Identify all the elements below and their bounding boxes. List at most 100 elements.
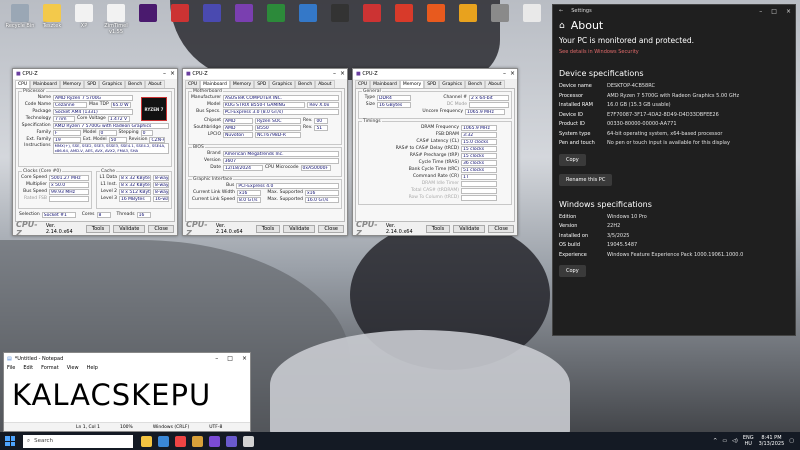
tab-cpu[interactable]: CPU	[355, 80, 371, 88]
title-bar[interactable]: ■ CPU-Z – ×	[183, 69, 347, 79]
windows-security-link[interactable]: See details in Windows Security	[553, 45, 795, 59]
network-icon[interactable]: ▭	[722, 438, 727, 444]
desktop-icon[interactable]	[194, 4, 230, 23]
close-button[interactable]: Close	[148, 225, 174, 233]
close-icon[interactable]: ×	[170, 70, 175, 77]
selection-dropdown[interactable]: Socket #1	[41, 211, 76, 218]
copy-windows-button[interactable]: Copy	[559, 265, 586, 277]
desktop-icon[interactable]: Tesztek	[34, 4, 70, 29]
clock[interactable]: 8:41 PM 3/13/2025	[759, 435, 785, 447]
tab-cpu[interactable]: CPU	[15, 80, 31, 88]
search-box[interactable]: ⌕ Search	[23, 434, 133, 448]
cpuz-window-memory[interactable]: ■ CPU-Z – × CPU Mainboard Memory SPD Graphics B…	[352, 68, 518, 238]
tools-button[interactable]: Tools	[255, 225, 281, 233]
taskbar-app-icon[interactable]	[158, 435, 169, 447]
menu-item-help[interactable]: Help	[87, 365, 98, 371]
tab-mainboard[interactable]: Mainboard	[200, 80, 230, 88]
volume-icon[interactable]: ◁)	[732, 438, 738, 444]
tab-memory[interactable]: Memory	[229, 80, 255, 88]
tools-button[interactable]: Tools	[85, 225, 111, 233]
taskbar-app-icon[interactable]	[175, 435, 186, 447]
desktop-icon[interactable]	[354, 4, 390, 23]
tab-mainboard[interactable]: Mainboard	[30, 80, 60, 88]
notification-icon[interactable]: ▢	[789, 438, 794, 444]
close-icon[interactable]: ×	[786, 8, 791, 15]
close-button[interactable]: Close	[488, 225, 514, 233]
tab-about[interactable]: About	[145, 80, 165, 88]
desktop-icon[interactable]	[418, 4, 454, 23]
tab-about[interactable]: About	[485, 80, 505, 88]
menu-item-file[interactable]: File	[7, 365, 15, 371]
language-indicator[interactable]: ENG HU	[743, 435, 754, 447]
taskbar-app-icon[interactable]	[192, 435, 203, 447]
desktop-icon[interactable]	[258, 4, 294, 23]
desktop-icon[interactable]: Recycle Bin	[2, 4, 38, 29]
tab-spd[interactable]: SPD	[424, 80, 440, 88]
settings-window[interactable]: ← Settings – □ × ⌂ About Your PC is monitored…	[552, 4, 796, 336]
taskbar-app-icon[interactable]	[209, 435, 220, 447]
validate-button[interactable]: Validate	[453, 225, 486, 233]
title-bar[interactable]: ■ CPU-Z – ×	[353, 69, 517, 79]
close-icon[interactable]: ×	[510, 70, 515, 77]
notepad-window[interactable]: ▤ *Untitled - Notepad – □ × File Edit Format Vi…	[3, 352, 251, 432]
desktop-icon[interactable]	[450, 4, 486, 23]
minimize-icon[interactable]: –	[163, 70, 166, 77]
tab-bench[interactable]: Bench	[125, 80, 146, 88]
tab-cpu[interactable]: CPU	[185, 80, 201, 88]
minimize-icon[interactable]: –	[333, 70, 336, 77]
copy-device-button[interactable]: Copy	[559, 153, 586, 166]
tab-graphics[interactable]: Graphics	[99, 80, 126, 88]
rename-pc-button[interactable]: Rename this PC	[559, 173, 613, 186]
tab-memory[interactable]: Memory	[59, 80, 85, 88]
tab-mainboard[interactable]: Mainboard	[370, 80, 400, 88]
validate-button[interactable]: Validate	[283, 225, 316, 233]
desktop-icon[interactable]: ZimTimeI v1.55	[98, 4, 134, 35]
menu-item-view[interactable]: View	[67, 365, 79, 371]
desktop-icon[interactable]	[482, 4, 518, 23]
tab-graphics[interactable]: Graphics	[269, 80, 296, 88]
taskbar-app-icon[interactable]	[141, 435, 152, 447]
tab-about[interactable]: About	[315, 80, 335, 88]
start-button[interactable]	[3, 434, 17, 448]
tab-bench[interactable]: Bench	[295, 80, 316, 88]
tools-button[interactable]: Tools	[425, 225, 451, 233]
desktop-icon[interactable]	[162, 4, 198, 23]
maximize-icon[interactable]: □	[771, 8, 777, 15]
tab-graphics[interactable]: Graphics	[439, 80, 466, 88]
desktop-icon[interactable]	[130, 4, 166, 23]
maximize-icon[interactable]: □	[227, 355, 233, 362]
desktop-icon[interactable]	[386, 4, 422, 23]
taskbar-app-icon[interactable]	[226, 435, 237, 447]
desktop-icon[interactable]	[514, 4, 550, 23]
minimize-icon[interactable]: –	[503, 70, 506, 77]
status-item: Windows (CRLF)	[152, 424, 190, 430]
desktop-icon[interactable]	[290, 4, 326, 23]
close-icon[interactable]: ×	[242, 355, 247, 362]
desktop-icon[interactable]	[226, 4, 262, 23]
minimize-icon[interactable]: –	[759, 8, 762, 15]
taskbar-app-icon[interactable]	[243, 435, 254, 447]
close-button[interactable]: Close	[318, 225, 344, 233]
core-voltage-label: Core Voltage	[77, 116, 106, 121]
notepad-text-area[interactable]: KALACSKEPU	[4, 372, 250, 420]
close-icon[interactable]: ×	[340, 70, 345, 77]
tab-spd[interactable]: SPD	[254, 80, 270, 88]
menu-item-format[interactable]: Format	[41, 365, 59, 371]
notepad-title-bar[interactable]: ▤ *Untitled - Notepad – □ ×	[4, 353, 250, 364]
cpuz-window-cpu[interactable]: ■ CPU-Z – × CPU Mainboard Memory SPD Graphics B…	[12, 68, 178, 238]
settings-title-bar[interactable]: ← Settings – □ ×	[553, 5, 795, 17]
cpuz-window-mainboard[interactable]: ■ CPU-Z – × CPU Mainboard Memory SPD Graphics B…	[182, 68, 348, 238]
validate-button[interactable]: Validate	[113, 225, 146, 233]
tab-spd[interactable]: SPD	[84, 80, 100, 88]
tray-chevron-icon[interactable]: ^	[713, 438, 717, 444]
package-value: Socket AM4 (1331)	[53, 108, 133, 115]
minimize-icon[interactable]: –	[215, 355, 218, 362]
tab-memory[interactable]: Memory	[399, 80, 425, 88]
back-icon[interactable]: ←	[559, 8, 563, 14]
tab-bench[interactable]: Bench	[465, 80, 486, 88]
home-icon[interactable]: ⌂	[559, 21, 565, 31]
menu-item-edit[interactable]: Edit	[23, 365, 33, 371]
title-bar[interactable]: ■ CPU-Z – ×	[13, 69, 177, 79]
desktop-icon[interactable]	[322, 4, 358, 23]
desktop-icon[interactable]: XP	[66, 4, 102, 29]
